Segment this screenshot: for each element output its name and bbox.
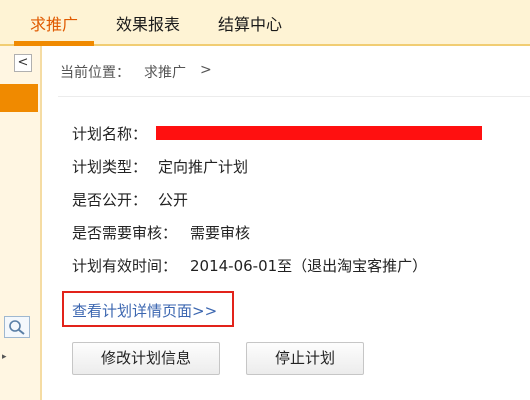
plan-name-label: 计划名称：: [72, 125, 148, 143]
plan-type-label: 计划类型：: [72, 158, 148, 176]
sidebar-item-active[interactable]: [0, 84, 38, 112]
plan-review-label: 是否需要审核：: [72, 224, 178, 242]
stop-plan-button[interactable]: 停止计划: [246, 342, 364, 375]
divider: [58, 96, 530, 97]
breadcrumb-current[interactable]: 求推广: [144, 62, 186, 82]
breadcrumb-label: 当前位置：: [60, 65, 130, 81]
edit-plan-button[interactable]: 修改计划信息: [72, 342, 220, 375]
plan-review-value: 需要审核: [190, 224, 251, 242]
plan-period-label: 计划有效时间：: [72, 257, 178, 275]
search-icon[interactable]: [4, 316, 30, 338]
breadcrumb-separator: >: [200, 62, 212, 78]
plan-public-label: 是否公开：: [72, 191, 148, 209]
plan-name-redacted: [156, 126, 482, 140]
expand-arrow-icon[interactable]: ▸: [2, 352, 7, 362]
tab-reports[interactable]: 效果报表: [116, 10, 180, 40]
tab-settlement[interactable]: 结算中心: [218, 10, 282, 40]
plan-type-value: 定向推广计划: [158, 158, 249, 176]
view-plan-details-link[interactable]: 查看计划详情页面>>: [72, 300, 217, 321]
top-tab-bar: 求推广 效果报表 结算中心: [0, 0, 530, 46]
chevron-left-icon[interactable]: <: [14, 54, 32, 72]
tab-promotion[interactable]: 求推广: [13, 10, 95, 46]
plan-period-value: 2014-06-01至（退出淘宝客推广）: [190, 257, 428, 275]
plan-public-value: 公开: [158, 191, 189, 209]
